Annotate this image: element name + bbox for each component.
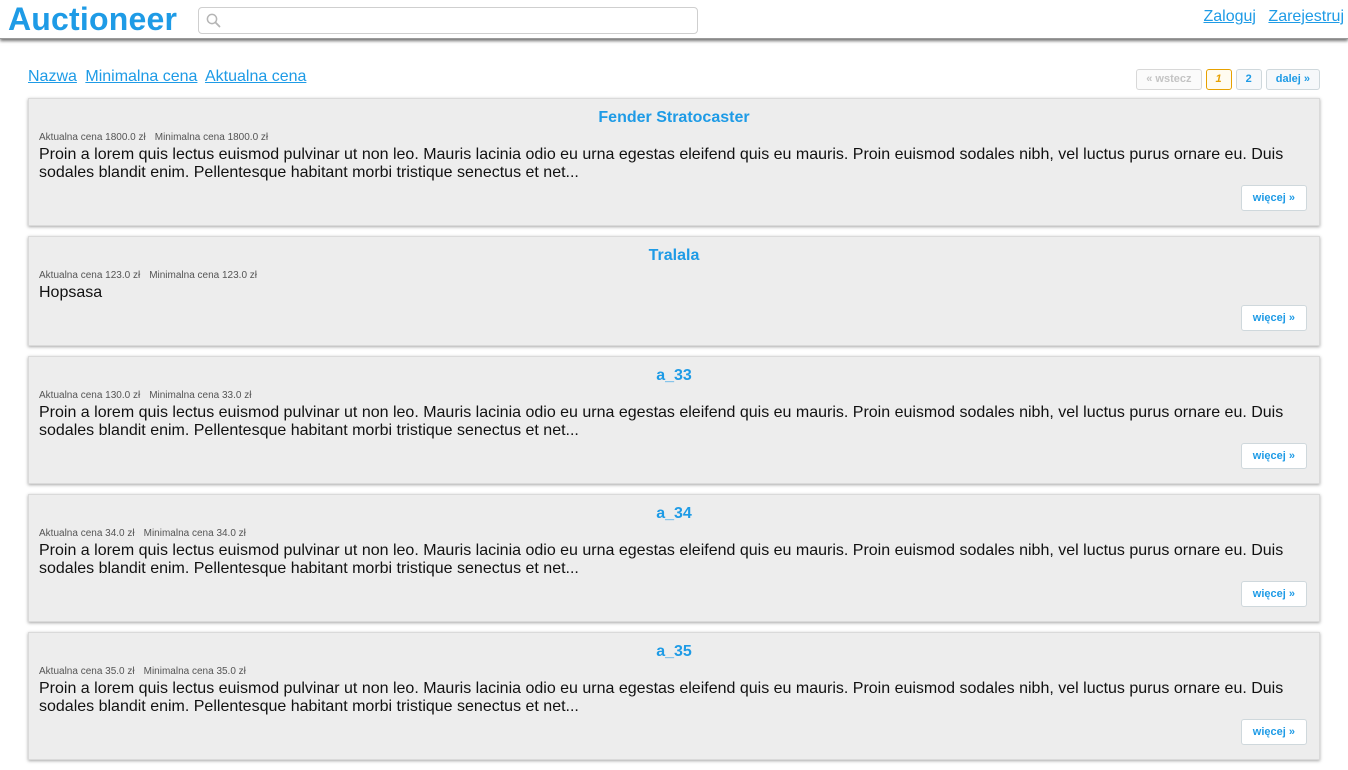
register-link[interactable]: Zarejestruj: [1268, 8, 1344, 25]
more-button[interactable]: więcej »: [1240, 185, 1307, 211]
auction-description: Proin a lorem quis lectus euismod pulvin…: [39, 680, 1284, 715]
auction-prices: Aktualna cena 123.0 zł Minimalna cena 123…: [39, 269, 1309, 282]
auction-title[interactable]: a_34: [39, 504, 1309, 524]
more-button[interactable]: więcej »: [1240, 305, 1307, 331]
auction-card: Fender Stratocaster Aktualna cena 1800.0…: [28, 98, 1320, 226]
search-input[interactable]: [227, 10, 693, 31]
auction-prices: Aktualna cena 1800.0 zł Minimalna cena 18…: [39, 131, 1309, 144]
top-navbar: Auctioneer Zaloguj Zarejestruj: [0, 0, 1348, 39]
pagination: « wstecz 1 2 dalej »: [1136, 69, 1320, 90]
sort-by-name-link[interactable]: Nazwa: [28, 68, 77, 85]
main-content: Nazwa Minimalna cena Aktualna cena « wst…: [28, 62, 1320, 770]
pagination-next-button[interactable]: dalej »: [1265, 69, 1320, 90]
site-logo[interactable]: Auctioneer: [8, 0, 177, 38]
auction-card: Tralala Aktualna cena 123.0 zł Minimalna …: [28, 236, 1320, 346]
current-price: Aktualna cena 123.0 zł: [39, 270, 141, 281]
auction-title[interactable]: Tralala: [39, 246, 1309, 266]
auction-description: Proin a lorem quis lectus euismod pulvin…: [39, 542, 1284, 577]
auction-title[interactable]: a_33: [39, 366, 1309, 386]
search-box[interactable]: [198, 7, 698, 34]
auction-prices: Aktualna cena 130.0 zł Minimalna cena 33.…: [39, 389, 1309, 402]
more-button[interactable]: więcej »: [1240, 581, 1307, 607]
auth-links: Zaloguj Zarejestruj: [1195, 8, 1344, 26]
auction-prices: Aktualna cena 35.0 zł Minimalna cena 35.0…: [39, 665, 1309, 678]
current-price: Aktualna cena 34.0 zł: [39, 528, 135, 539]
auction-title[interactable]: a_35: [39, 642, 1309, 662]
auction-description: Proin a lorem quis lectus euismod pulvin…: [39, 404, 1284, 439]
more-button[interactable]: więcej »: [1240, 443, 1307, 469]
more-button[interactable]: więcej »: [1240, 719, 1307, 745]
login-link[interactable]: Zaloguj: [1203, 8, 1255, 25]
pagination-prev-button: « wstecz: [1136, 69, 1202, 90]
auction-title[interactable]: Fender Stratocaster: [39, 108, 1309, 128]
auction-card: a_35 Aktualna cena 35.0 zł Minimalna cena…: [28, 632, 1320, 760]
sort-links: Nazwa Minimalna cena Aktualna cena: [28, 68, 310, 86]
minimum-price: Minimalna cena 1800.0 zł: [154, 132, 269, 143]
auction-card: a_33 Aktualna cena 130.0 zł Minimalna cen…: [28, 356, 1320, 484]
current-price: Aktualna cena 1800.0 zł: [39, 132, 146, 143]
pagination-page-1: 1: [1205, 69, 1232, 90]
minimum-price: Minimalna cena 33.0 zł: [149, 390, 252, 401]
auction-description: Hopsasa: [39, 284, 103, 301]
sort-by-current-price-link[interactable]: Aktualna cena: [205, 68, 306, 85]
auction-card: a_34 Aktualna cena 34.0 zł Minimalna cena…: [28, 494, 1320, 622]
search-icon: [206, 13, 221, 28]
current-price: Aktualna cena 130.0 zł: [39, 390, 141, 401]
sort-by-min-price-link[interactable]: Minimalna cena: [85, 68, 197, 85]
pagination-page-2[interactable]: 2: [1235, 69, 1262, 90]
current-price: Aktualna cena 35.0 zł: [39, 666, 135, 677]
auction-prices: Aktualna cena 34.0 zł Minimalna cena 34.0…: [39, 527, 1309, 540]
sort-bar: Nazwa Minimalna cena Aktualna cena « wst…: [28, 62, 1320, 92]
auction-description: Proin a lorem quis lectus euismod pulvin…: [39, 146, 1284, 181]
minimum-price: Minimalna cena 35.0 zł: [143, 666, 246, 677]
minimum-price: Minimalna cena 34.0 zł: [143, 528, 246, 539]
minimum-price: Minimalna cena 123.0 zł: [149, 270, 258, 281]
